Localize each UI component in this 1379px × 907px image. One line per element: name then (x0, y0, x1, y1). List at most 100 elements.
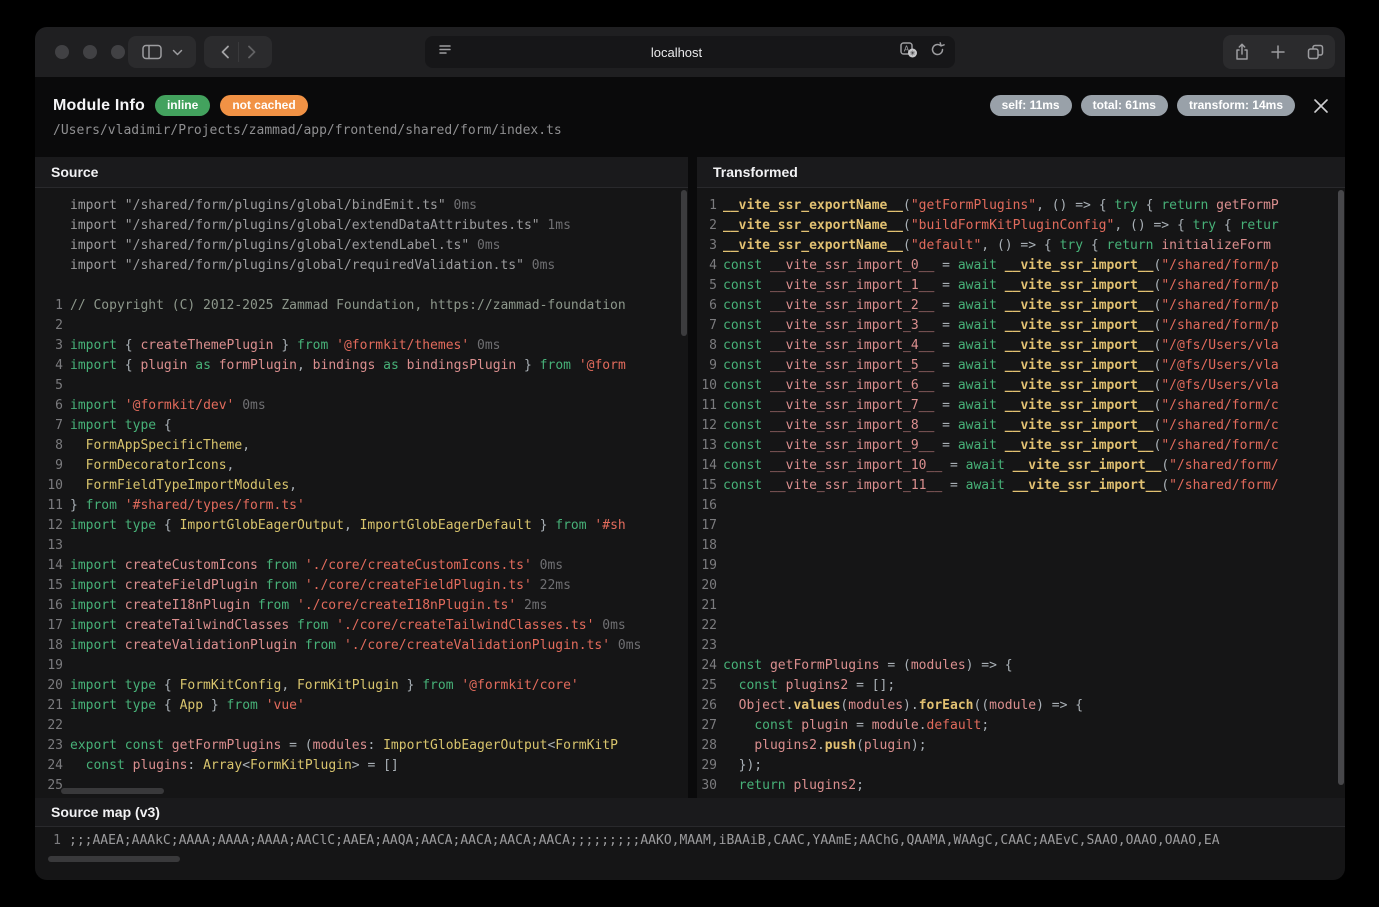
line-number: 17 (697, 516, 717, 536)
line-number: 23 (697, 636, 717, 656)
code-line: 16 (697, 496, 1345, 516)
sourcemap-horizontal-scrollbar[interactable] (48, 856, 180, 862)
line-number: 24 (697, 656, 717, 676)
line-number: 2 (697, 216, 717, 236)
code-line: 2__vite_ssr_exportName__("buildFormKitPl… (697, 216, 1345, 236)
line-number: 22 (697, 616, 717, 636)
code-line: 9const __vite_ssr_import_5__ = await __v… (697, 356, 1345, 376)
line-number: 12 (697, 416, 717, 436)
line-number: 17 (35, 616, 63, 636)
line-number: 7 (697, 316, 717, 336)
code-line: 19 (697, 556, 1345, 576)
code-line: 4import { plugin as formPlugin, bindings… (35, 356, 688, 376)
transformed-vertical-scrollbar[interactable] (1338, 190, 1344, 785)
back-button[interactable] (220, 45, 230, 59)
line-number: 13 (35, 536, 63, 556)
code-line: 11} from '#shared/types/form.ts' (35, 496, 688, 516)
code-line: 24 const plugins: Array<FormKitPlugin> =… (35, 756, 688, 776)
share-icon[interactable] (1234, 43, 1250, 61)
code-line: 10const __vite_ssr_import_6__ = await __… (697, 376, 1345, 396)
line-number: 22 (35, 716, 63, 736)
code-line: 28 plugins2.push(plugin); (697, 736, 1345, 756)
code-line: 22 (35, 716, 688, 736)
line-number: 14 (35, 556, 63, 576)
url-text[interactable]: localhost (453, 45, 900, 60)
line-number: 21 (35, 696, 63, 716)
source-panel-title: Source (51, 164, 98, 180)
line-number: 5 (697, 276, 717, 296)
code-line: 4const __vite_ssr_import_0__ = await __v… (697, 256, 1345, 276)
line-number: 27 (697, 716, 717, 736)
code-line: import "/shared/form/plugins/global/exte… (35, 236, 688, 256)
address-bar[interactable]: localhost A ✳ (425, 36, 955, 68)
code-line: 6const __vite_ssr_import_2__ = await __v… (697, 296, 1345, 316)
new-tab-icon[interactable] (1271, 45, 1285, 59)
line-number: 1 (697, 196, 717, 216)
sourcemap-code[interactable]: 1;;;AAEA;AAAkC;AAAA;AAAA;AAAA;AAClC;AAEA… (35, 828, 1345, 880)
translate-icon[interactable]: A ✳ (900, 42, 918, 63)
line-number (35, 236, 63, 256)
module-info-header: Module Info inline not cached self: 11ms… (35, 77, 1345, 157)
tab-overview-icon[interactable] (1307, 44, 1324, 60)
sidebar-toggle-button[interactable] (128, 36, 196, 68)
code-line: 2 (35, 316, 688, 336)
line-number: 20 (35, 676, 63, 696)
forward-button[interactable] (247, 45, 257, 59)
line-number: 19 (697, 556, 717, 576)
code-line: 14const __vite_ssr_import_10__ = await _… (697, 456, 1345, 476)
window-controls (55, 45, 125, 59)
code-line: 8 FormAppSpecificTheme, (35, 436, 688, 456)
browser-window: localhost A ✳ (35, 27, 1345, 880)
line-number: 29 (697, 756, 717, 776)
line-number: 16 (35, 596, 63, 616)
line-number: 5 (35, 376, 63, 396)
zoom-window-button[interactable] (111, 45, 125, 59)
code-line: import "/shared/form/plugins/global/exte… (35, 216, 688, 236)
line-number (35, 276, 63, 296)
close-icon[interactable] (1313, 98, 1329, 114)
transformed-code[interactable]: 1__vite_ssr_exportName__("getFormPlugins… (697, 188, 1345, 798)
code-line: 12import type { ImportGlobEagerOutput, I… (35, 516, 688, 536)
code-line: 6import '@formkit/dev' 0ms (35, 396, 688, 416)
close-window-button[interactable] (55, 45, 69, 59)
line-number: 7 (35, 416, 63, 436)
line-number: 30 (697, 776, 717, 796)
line-number: 4 (697, 256, 717, 276)
screen: localhost A ✳ (0, 0, 1379, 907)
code-line: 15import createFieldPlugin from './core/… (35, 576, 688, 596)
browser-toolbar: localhost A ✳ (35, 27, 1345, 77)
line-number: 6 (35, 396, 63, 416)
line-number: 14 (697, 456, 717, 476)
line-number: 25 (697, 676, 717, 696)
line-number: 4 (35, 356, 63, 376)
line-number: 24 (35, 756, 63, 776)
code-line: 10 FormFieldTypeImportModules, (35, 476, 688, 496)
source-horizontal-scrollbar[interactable] (61, 788, 164, 794)
source-code[interactable]: import "/shared/form/plugins/global/bind… (35, 188, 688, 798)
minimize-window-button[interactable] (83, 45, 97, 59)
page-title: Module Info (53, 97, 145, 115)
code-line: 8const __vite_ssr_import_4__ = await __v… (697, 336, 1345, 356)
module-file-path: /Users/vladimir/Projects/zammad/app/fron… (53, 123, 562, 138)
line-number: 11 (35, 496, 63, 516)
code-line: 27 const plugin = module.default; (697, 716, 1345, 736)
metric-self-time: self: 11ms (990, 95, 1072, 116)
navigation-buttons (204, 36, 272, 68)
line-number (35, 196, 63, 216)
code-line: 25 const plugins2 = []; (697, 676, 1345, 696)
line-number: 10 (35, 476, 63, 496)
line-number: 3 (697, 236, 717, 256)
line-number: 16 (697, 496, 717, 516)
reader-icon[interactable] (437, 43, 453, 62)
status-badge-inline: inline (155, 95, 210, 116)
code-line (35, 276, 688, 296)
code-line: 5const __vite_ssr_import_1__ = await __v… (697, 276, 1345, 296)
reload-icon[interactable] (930, 42, 945, 62)
line-number: 26 (697, 696, 717, 716)
code-line: import "/shared/form/plugins/global/requ… (35, 256, 688, 276)
line-number (35, 256, 63, 276)
line-number: 3 (35, 336, 63, 356)
source-vertical-scrollbar[interactable] (681, 190, 687, 336)
sourcemap-title: Source map (v3) (51, 804, 160, 820)
toolbar-right-buttons (1223, 35, 1335, 69)
